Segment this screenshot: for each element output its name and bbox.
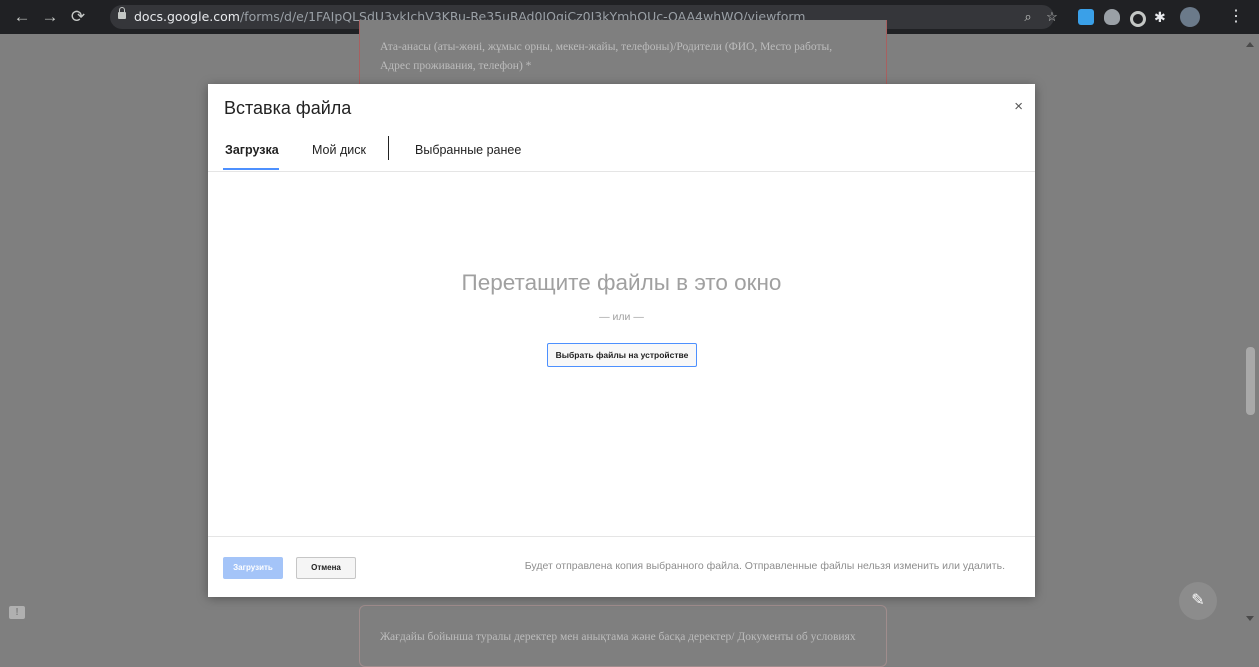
zoom-icon[interactable]: ⌕ [1020, 9, 1036, 25]
tab-my-drive[interactable]: Мой диск [312, 143, 366, 157]
avatar[interactable] [1180, 7, 1200, 27]
scroll-thumb[interactable] [1246, 347, 1255, 415]
star-icon[interactable]: ☆ [1044, 9, 1060, 25]
drop-zone-or: — или — [599, 311, 644, 323]
select-files-button[interactable]: Выбрать файлы на устройстве [547, 343, 697, 367]
active-tab-indicator [223, 168, 279, 170]
footer-note: Будет отправлена копия выбранного файла.… [524, 560, 1005, 572]
tab-recent[interactable]: Выбранные ранее [415, 143, 521, 157]
reload-icon[interactable]: ⟳ [68, 7, 88, 27]
extension-incognito-icon[interactable] [1104, 9, 1120, 25]
tab-divider [388, 136, 389, 160]
question-text: Ата-анасы (аты-жөні, жұмыс орны, мекен-ж… [380, 41, 833, 72]
upload-button[interactable]: Загрузить [223, 557, 283, 579]
dialog-title: Вставка файла [224, 98, 352, 118]
dialog-tabs: Загрузка Мой диск Выбранные ранее [208, 128, 1035, 172]
extension-circle-icon[interactable] [1130, 11, 1146, 27]
scroll-down-icon[interactable] [1246, 616, 1254, 621]
back-arrow-icon[interactable]: ← [12, 7, 32, 27]
next-question-text: Жағдайы бойынша туралы деректер мен анық… [380, 631, 856, 643]
feedback-icon[interactable]: ! [9, 606, 25, 619]
tab-upload[interactable]: Загрузка [225, 143, 279, 157]
close-icon[interactable]: × [1014, 98, 1023, 115]
drop-zone-title: Перетащите файлы в это окно [461, 270, 782, 295]
lock-icon [118, 7, 126, 21]
url-host: docs.google.com [134, 9, 240, 24]
scroll-up-icon[interactable] [1246, 42, 1254, 47]
extensions-puzzle-icon[interactable]: ✱ [1154, 9, 1170, 25]
forward-arrow-icon[interactable]: → [40, 7, 60, 27]
insert-file-dialog: Вставка файла × Загрузка Мой диск Выбран… [208, 84, 1035, 597]
extension-cloud-icon[interactable] [1078, 9, 1094, 25]
next-question-card: Жағдайы бойынша туралы деректер мен анық… [359, 605, 887, 667]
dialog-footer: Загрузить Отмена Будет отправлена копия … [208, 536, 1035, 597]
cancel-button[interactable]: Отмена [296, 557, 356, 579]
menu-icon[interactable]: ⋮ [1228, 9, 1244, 25]
edit-pencil-icon[interactable]: ✎ [1179, 582, 1217, 620]
page-scrollbar[interactable] [1242, 34, 1259, 637]
